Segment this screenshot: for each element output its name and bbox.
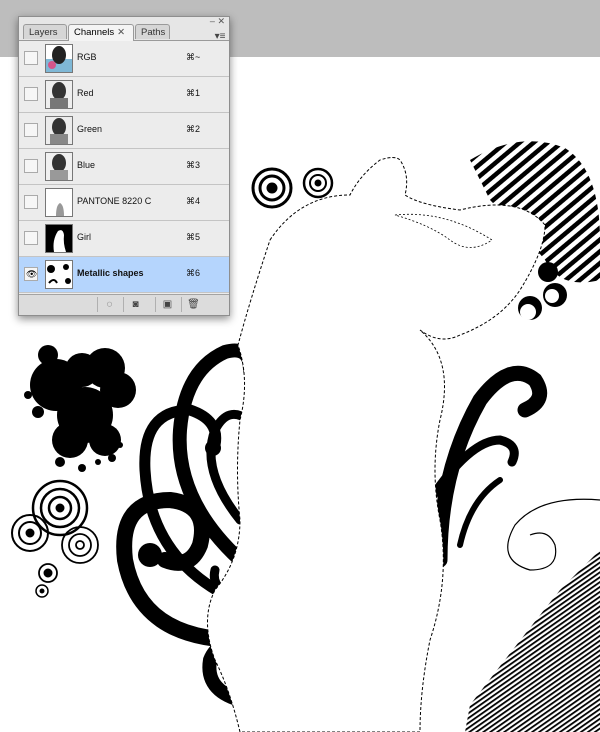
tab-channels[interactable]: Channels ✕ xyxy=(68,24,134,41)
channel-shortcut: ⌘2 xyxy=(186,124,201,134)
channel-thumbnail xyxy=(45,260,73,289)
channel-list: RGB ⌘~ Red ⌘1 Green ⌘2 Blue ⌘3 PANTONE 8… xyxy=(19,41,229,295)
visibility-toggle[interactable] xyxy=(24,87,38,101)
channel-name: Green xyxy=(77,124,103,134)
channel-row-blue[interactable]: Blue ⌘3 xyxy=(19,149,229,185)
channel-row-metallic-shapes[interactable]: 👁 Metallic shapes ⌘6 xyxy=(19,257,229,293)
visibility-toggle[interactable]: 👁 xyxy=(24,267,38,281)
concentric-circles-left xyxy=(11,479,99,598)
channel-thumbnail xyxy=(45,116,73,145)
channel-name: Blue xyxy=(77,160,96,170)
channel-thumbnail xyxy=(45,224,73,253)
new-channel-icon[interactable]: ▣ xyxy=(155,297,179,312)
visibility-toggle[interactable] xyxy=(24,195,38,209)
channel-shortcut: ⌘5 xyxy=(186,232,201,242)
channel-row-girl[interactable]: Girl ⌘5 xyxy=(19,221,229,257)
trash-icon[interactable]: 🗑 xyxy=(181,297,205,312)
curl-outline-right xyxy=(507,498,600,571)
panel-tab-bar: Layers Channels ✕ Paths ▾≡ xyxy=(19,23,229,42)
eye-icon: 👁 xyxy=(26,269,38,279)
ink-splat xyxy=(24,345,136,472)
load-selection-icon[interactable]: ◌ xyxy=(97,297,121,312)
channel-name: Metallic shapes xyxy=(77,268,144,278)
save-selection-mask-icon[interactable]: ◙ xyxy=(123,297,147,312)
channel-row-red[interactable]: Red ⌘1 xyxy=(19,77,229,113)
channel-row-rgb[interactable]: RGB ⌘~ xyxy=(19,41,229,77)
swirl-ornaments-right xyxy=(425,365,548,568)
tab-paths[interactable]: Paths xyxy=(135,24,170,39)
channel-shortcut: ⌘4 xyxy=(186,196,201,206)
channel-name: PANTONE 8220 C xyxy=(77,196,152,206)
channel-shortcut: ⌘6 xyxy=(186,268,201,278)
channels-panel[interactable]: – ✕ Layers Channels ✕ Paths ▾≡ RGB ⌘~ Re… xyxy=(18,16,230,316)
striped-shape-bottom xyxy=(465,550,600,732)
visibility-toggle[interactable] xyxy=(24,51,38,65)
channel-row-green[interactable]: Green ⌘2 xyxy=(19,113,229,149)
close-tab-icon[interactable]: ✕ xyxy=(117,27,125,38)
channel-row-pantone[interactable]: PANTONE 8220 C ⌘4 xyxy=(19,185,229,221)
channel-shortcut: ⌘3 xyxy=(186,160,201,170)
tab-layers[interactable]: Layers xyxy=(23,24,67,39)
channel-name: Red xyxy=(77,88,94,98)
channel-name: RGB xyxy=(77,52,97,62)
channel-name: Girl xyxy=(77,232,91,242)
visibility-toggle[interactable] xyxy=(24,159,38,173)
channel-thumbnail xyxy=(45,152,73,181)
visibility-toggle[interactable] xyxy=(24,123,38,137)
channel-shortcut: ⌘~ xyxy=(186,52,201,62)
channel-thumbnail xyxy=(45,188,73,217)
channel-shortcut: ⌘1 xyxy=(186,88,201,98)
panel-bottom-toolbar: ◌ ◙ ▣ 🗑 xyxy=(19,294,229,315)
visibility-toggle[interactable] xyxy=(24,231,38,245)
channel-thumbnail xyxy=(45,44,73,73)
channel-thumbnail xyxy=(45,80,73,109)
